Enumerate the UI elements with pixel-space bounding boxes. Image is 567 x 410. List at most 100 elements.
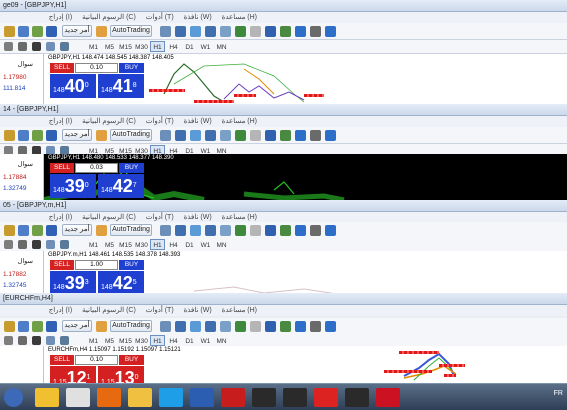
timeframe-w1[interactable]: W1	[198, 335, 213, 346]
buy-price-display[interactable]: 1.15130	[98, 366, 144, 383]
menu-item[interactable]: الرسوم البيانية (C)	[82, 307, 136, 314]
timeframe-h1[interactable]: H1	[150, 335, 165, 346]
menu-item[interactable]: أدوات (T)	[146, 118, 174, 125]
toolbar-icon[interactable]	[310, 225, 321, 236]
toolbar-icon[interactable]	[32, 26, 43, 37]
timeframe-m15[interactable]: M15	[118, 335, 133, 346]
taskbar-fxpro-icon[interactable]	[376, 388, 400, 407]
toolbar-icon[interactable]	[46, 26, 57, 37]
menu-item[interactable]: نافذة (W)	[184, 214, 212, 221]
timeframe-m30[interactable]: M30	[134, 335, 149, 346]
toolbar-icon[interactable]	[46, 321, 57, 332]
sell-price-display[interactable]: 148393	[50, 271, 96, 295]
taskbar-explorer-icon[interactable]	[128, 388, 152, 407]
pencil-icon[interactable]	[96, 321, 107, 332]
toolbar-icon[interactable]	[280, 225, 291, 236]
menu-item[interactable]: الرسوم البيانية (C)	[82, 214, 136, 221]
buy-price-display[interactable]: 148427	[98, 174, 144, 198]
sell-price-display[interactable]: 1.15121	[50, 366, 96, 383]
sell-price-display[interactable]: 148400	[50, 74, 96, 98]
timeframe-m1[interactable]: M1	[86, 239, 101, 250]
toolbar-icon[interactable]	[4, 26, 15, 37]
autotrading-button[interactable]: AutoTrading	[110, 320, 152, 332]
sell-button[interactable]: SELL	[50, 163, 74, 173]
timeframe-h1[interactable]: H1	[150, 41, 165, 52]
taskbar-vlc-icon[interactable]	[97, 388, 121, 407]
timeframe-h4[interactable]: H4	[166, 335, 181, 346]
toolbar-icon[interactable]	[235, 321, 246, 332]
new-order-button[interactable]: أمر جديد	[62, 224, 92, 236]
toolbar-icon[interactable]	[220, 26, 231, 37]
price-chart[interactable]: GBPJPY,H1 148.474 148.545 148.387 148.40…	[44, 54, 567, 104]
toolbar-icon[interactable]	[295, 130, 306, 141]
lot-size-input[interactable]: 1.00	[75, 260, 118, 270]
drawing-tool-icon[interactable]	[60, 42, 69, 51]
toolbar-icon[interactable]	[190, 321, 201, 332]
menu-item[interactable]: إدراج (I)	[49, 118, 72, 125]
taskbar-chrome-icon[interactable]	[35, 388, 59, 407]
toolbar-icon[interactable]	[250, 321, 261, 332]
toolbar-icon[interactable]	[205, 26, 216, 37]
toolbar-icon[interactable]	[310, 26, 321, 37]
toolbar-icon[interactable]	[175, 130, 186, 141]
timeframe-d1[interactable]: D1	[182, 335, 197, 346]
toolbar-icon[interactable]	[4, 321, 15, 332]
toolbar-icon[interactable]	[265, 321, 276, 332]
menu-item[interactable]: مساعدة (H)	[222, 118, 257, 125]
toolbar-icon[interactable]	[175, 321, 186, 332]
taskbar-terminal-b-icon[interactable]	[345, 388, 369, 407]
pencil-icon[interactable]	[96, 26, 107, 37]
toolbar-icon[interactable]	[18, 130, 29, 141]
toolbar-icon[interactable]	[295, 225, 306, 236]
autotrading-button[interactable]: AutoTrading	[110, 25, 152, 37]
taskbar-media-icon[interactable]	[66, 388, 90, 407]
toolbar-icon[interactable]	[190, 130, 201, 141]
sell-price-display[interactable]: 148390	[50, 174, 96, 198]
new-order-button[interactable]: أمر جديد	[62, 320, 92, 332]
menu-item[interactable]: مساعدة (H)	[222, 14, 257, 21]
drawing-tool-icon[interactable]	[60, 336, 69, 345]
toolbar-icon[interactable]	[32, 130, 43, 141]
drawing-tool-icon[interactable]	[46, 42, 55, 51]
toolbar-icon[interactable]	[18, 26, 29, 37]
taskbar-word-icon[interactable]	[190, 388, 214, 407]
toolbar-icon[interactable]	[175, 225, 186, 236]
toolbar-icon[interactable]	[18, 321, 29, 332]
timeframe-w1[interactable]: W1	[198, 239, 213, 250]
toolbar-icon[interactable]	[325, 225, 336, 236]
timeframe-d1[interactable]: D1	[182, 239, 197, 250]
price-chart[interactable]: GBPJPY.m,H1 148.461 148.535 148.378 148.…	[44, 251, 567, 295]
lot-size-input[interactable]: 0.10	[75, 355, 118, 365]
menu-item[interactable]: إدراج (I)	[49, 14, 72, 21]
autotrading-button[interactable]: AutoTrading	[110, 129, 152, 141]
menu-item[interactable]: الرسوم البيانية (C)	[82, 118, 136, 125]
toolbar-icon[interactable]	[280, 321, 291, 332]
toolbar-icon[interactable]	[280, 130, 291, 141]
toolbar-icon[interactable]	[46, 130, 57, 141]
menu-item[interactable]: نافذة (W)	[184, 307, 212, 314]
new-order-button[interactable]: أمر جديد	[62, 129, 92, 141]
drawing-tool-icon[interactable]	[46, 336, 55, 345]
timeframe-h4[interactable]: H4	[166, 239, 181, 250]
autotrading-button[interactable]: AutoTrading	[110, 224, 152, 236]
sell-button[interactable]: SELL	[50, 260, 74, 270]
buy-button[interactable]: BUY	[119, 163, 144, 173]
sell-button[interactable]: SELL	[50, 63, 74, 73]
menu-item[interactable]: أدوات (T)	[146, 307, 174, 314]
drawing-tool-icon[interactable]	[18, 42, 27, 51]
taskbar-xm-icon[interactable]	[283, 388, 307, 407]
timeframe-m5[interactable]: M5	[102, 41, 117, 52]
toolbar-icon[interactable]	[160, 321, 171, 332]
toolbar-icon[interactable]	[265, 225, 276, 236]
toolbar-icon[interactable]	[265, 130, 276, 141]
timeframe-mn[interactable]: MN	[214, 41, 229, 52]
drawing-tool-icon[interactable]	[4, 240, 13, 249]
price-chart[interactable]: EURCHFm,H4 1.15097 1.15192 1.15097 1.151…	[44, 346, 567, 383]
toolbar-icon[interactable]	[32, 321, 43, 332]
drawing-tool-icon[interactable]	[32, 336, 41, 345]
drawing-tool-icon[interactable]	[18, 240, 27, 249]
drawing-tool-icon[interactable]	[32, 42, 41, 51]
timeframe-m5[interactable]: M5	[102, 335, 117, 346]
timeframe-w1[interactable]: W1	[198, 41, 213, 52]
timeframe-h4[interactable]: H4	[166, 41, 181, 52]
